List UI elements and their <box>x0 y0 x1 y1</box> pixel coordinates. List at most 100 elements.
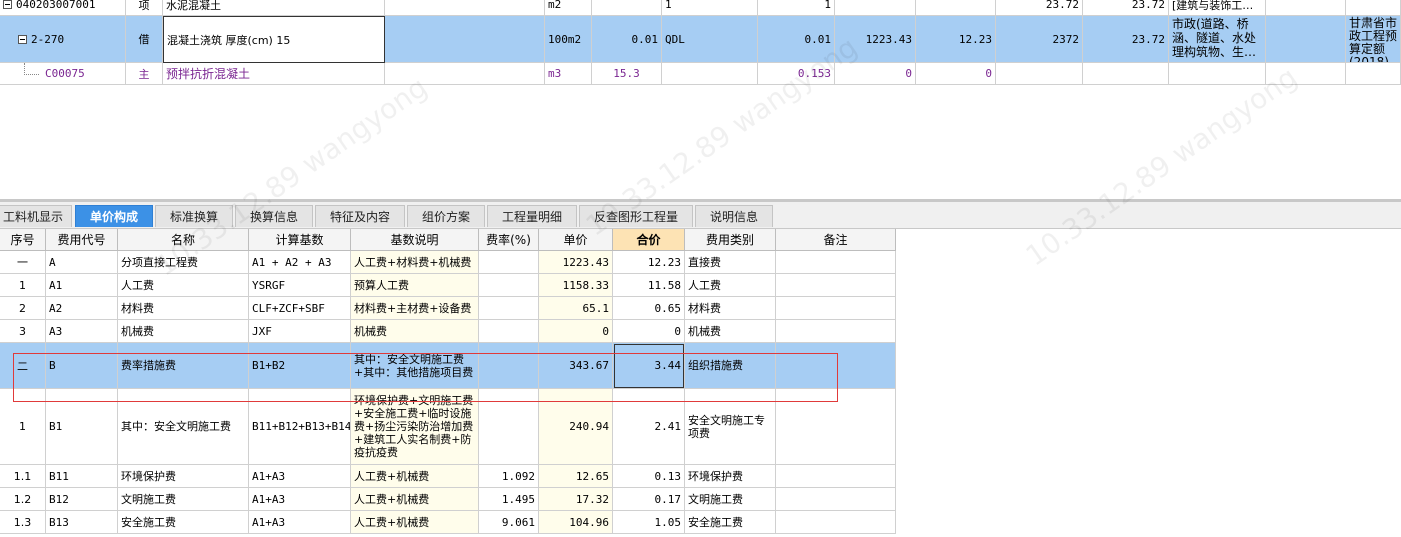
tab-quantity-detail[interactable]: 工程量明细 <box>487 205 577 227</box>
row-feature-cell <box>385 0 545 16</box>
row-qty-cell[interactable]: 0.01 <box>592 16 662 63</box>
cell-rate[interactable]: 1.092 <box>479 465 539 488</box>
cell-rate[interactable]: 9.061 <box>479 511 539 534</box>
cell-base[interactable]: A1+A3 <box>249 511 351 534</box>
cell-note[interactable] <box>776 465 896 488</box>
cell-base[interactable]: A1+A3 <box>249 488 351 511</box>
table-row[interactable]: 1.3 B13 安全施工费 A1+A3 人工费+机械费 9.061 104.96 1.05 安全… <box>0 511 896 534</box>
row-qtyexpr-cell[interactable]: QDL <box>662 16 758 63</box>
cell-code[interactable]: B12 <box>46 488 118 511</box>
cell-name[interactable]: 机械费 <box>118 320 249 343</box>
cell-rate[interactable] <box>479 297 539 320</box>
cell-seq: 1 <box>0 389 46 465</box>
cell-code[interactable]: B13 <box>46 511 118 534</box>
col-header-total[interactable]: 合价 <box>613 229 685 251</box>
cell-code[interactable]: A1 <box>46 274 118 297</box>
row-qtyexpr-cell[interactable]: 1 <box>662 0 758 16</box>
tab-conversion-info[interactable]: 换算信息 <box>235 205 313 227</box>
table-row[interactable]: 040203007001 项 水泥混凝土 m2 1 1 23.72 23.72 … <box>0 0 1401 16</box>
table-row[interactable]: 1.2 B12 文明施工费 A1+A3 人工费+机械费 1.495 17.32 0.17 文明施… <box>0 488 896 511</box>
cell-rate[interactable] <box>479 389 539 465</box>
collapse-icon[interactable] <box>3 0 12 9</box>
cell-code[interactable]: A <box>46 251 118 274</box>
cell-code[interactable]: B <box>46 343 118 389</box>
cell-code[interactable]: B11 <box>46 465 118 488</box>
row-qtyexpr-cell[interactable] <box>662 63 758 85</box>
cell-name[interactable]: 费率措施费 <box>118 343 249 389</box>
cell-total: 12.23 <box>613 251 685 274</box>
cell-category: 直接费 <box>685 251 776 274</box>
cell-name[interactable]: 材料费 <box>118 297 249 320</box>
cell-base[interactable]: JXF <box>249 320 351 343</box>
cell-base[interactable]: CLF+ZCF+SBF <box>249 297 351 320</box>
cell-note[interactable] <box>776 297 896 320</box>
collapse-icon[interactable] <box>18 34 27 44</box>
table-row[interactable]: 1 A1 人工费 YSRGF 预算人工费 1158.33 11.58 人工费 <box>0 274 896 297</box>
col-header-base[interactable]: 计算基数 <box>249 229 351 251</box>
col-header-price[interactable]: 单价 <box>539 229 613 251</box>
cell-code[interactable]: A2 <box>46 297 118 320</box>
cell-base[interactable]: A1+A3 <box>249 465 351 488</box>
row-qty-cell[interactable] <box>592 0 662 16</box>
table-row[interactable]: 2 A2 材料费 CLF+ZCF+SBF 材料费+主材费+设备费 65.1 0.65 材料费 <box>0 297 896 320</box>
cell-base[interactable]: B11+B12+B13+B14+B15+B16+B17 <box>249 389 351 465</box>
row-c15-cell <box>1346 63 1401 85</box>
tab-pricing-scheme[interactable]: 组价方案 <box>407 205 485 227</box>
cell-price: 240.94 <box>539 389 613 465</box>
table-row[interactable]: 3 A3 机械费 JXF 机械费 0 0 机械费 <box>0 320 896 343</box>
cell-rate[interactable] <box>479 251 539 274</box>
cell-base[interactable]: A1 + A2 + A3 <box>249 251 351 274</box>
cell-note[interactable] <box>776 274 896 297</box>
cell-seq: 3 <box>0 320 46 343</box>
row-name-cell[interactable]: 预拌抗折混凝土 <box>163 63 385 85</box>
table-row[interactable]: 1B1其中：安全文明施工费B11+B12+B13+B14+B15+B16+B17… <box>0 389 896 465</box>
cell-name[interactable]: 安全施工费 <box>118 511 249 534</box>
table-row[interactable]: 二 B 费率措施费 B1+B2 其中：安全文明施工费+其中：其他措施项目费 343.67 3… <box>0 343 896 389</box>
row-code-cell[interactable]: 2-270 <box>0 16 126 63</box>
tab-description[interactable]: 说明信息 <box>695 205 773 227</box>
col-header-category[interactable]: 费用类别 <box>685 229 776 251</box>
col-header-note[interactable]: 备注 <box>776 229 896 251</box>
tab-reverse-check-quantity[interactable]: 反查图形工程量 <box>579 205 693 227</box>
row-qty-cell[interactable]: 15.3 <box>592 63 662 85</box>
row-c12-cell <box>1083 63 1169 85</box>
cell-rate[interactable] <box>479 320 539 343</box>
table-row[interactable]: C00075 主 预拌抗折混凝土 m3 15.3 0.153 0 0 <box>0 63 1401 85</box>
row-unit-cell: m3 <box>545 63 592 85</box>
col-header-base-desc[interactable]: 基数说明 <box>351 229 479 251</box>
cell-note[interactable] <box>776 511 896 534</box>
tab-labor-material-machine[interactable]: 工料机显示 <box>0 205 72 227</box>
col-header-rate[interactable]: 费率(%) <box>479 229 539 251</box>
cell-base[interactable]: YSRGF <box>249 274 351 297</box>
col-header-name[interactable]: 名称 <box>118 229 249 251</box>
row-name-edit[interactable]: 混凝土浇筑 厚度(cm) 15 <box>163 16 385 63</box>
row-code-cell[interactable]: 040203007001 <box>0 0 126 16</box>
row-code-cell[interactable]: C00075 <box>0 63 126 85</box>
cell-note[interactable] <box>776 488 896 511</box>
col-header-code[interactable]: 费用代号 <box>46 229 118 251</box>
row-name-cell[interactable]: 水泥混凝土 <box>163 0 385 16</box>
cell-code[interactable]: B1 <box>46 389 118 465</box>
cell-base[interactable]: B1+B2 <box>249 343 351 389</box>
cell-name[interactable]: 其中：安全文明施工费 <box>118 389 249 465</box>
table-row-selected[interactable]: 2-270 借 混凝土浇筑 厚度(cm) 15 100m2 0.01 QDL 0… <box>0 16 1401 63</box>
row-c14-cell <box>1266 16 1346 63</box>
cell-name[interactable]: 环境保护费 <box>118 465 249 488</box>
cell-note[interactable] <box>776 343 896 389</box>
tab-unit-price-composition[interactable]: 单价构成 <box>75 205 153 227</box>
cell-rate[interactable] <box>479 343 539 389</box>
table-row[interactable]: 1.1 B11 环境保护费 A1+A3 人工费+机械费 1.092 12.65 0.13 环境保… <box>0 465 896 488</box>
tab-features-content[interactable]: 特征及内容 <box>315 205 405 227</box>
cell-note[interactable] <box>776 389 896 465</box>
cell-rate[interactable] <box>479 274 539 297</box>
cell-rate[interactable]: 1.495 <box>479 488 539 511</box>
cell-note[interactable] <box>776 320 896 343</box>
cell-name[interactable]: 分项直接工程费 <box>118 251 249 274</box>
cell-note[interactable] <box>776 251 896 274</box>
cell-name[interactable]: 文明施工费 <box>118 488 249 511</box>
cell-code[interactable]: A3 <box>46 320 118 343</box>
tab-standard-conversion[interactable]: 标准换算 <box>155 205 233 227</box>
col-header-seq[interactable]: 序号 <box>0 229 46 251</box>
table-row[interactable]: 一 A 分项直接工程费 A1 + A2 + A3 人工费+材料费+机械费 1223.43 1… <box>0 251 896 274</box>
cell-name[interactable]: 人工费 <box>118 274 249 297</box>
